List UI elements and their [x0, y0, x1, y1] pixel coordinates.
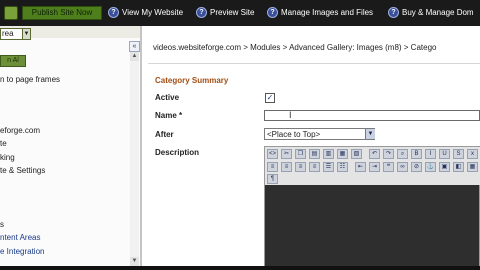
bottom-bar: [0, 266, 480, 270]
style-icon[interactable]: ¶: [267, 174, 278, 184]
publish-site-button[interactable]: Publish Site Now: [22, 6, 102, 20]
sidebar-item[interactable]: s: [0, 219, 4, 230]
sidebar-scrollbar[interactable]: ▲ ▼: [130, 52, 139, 266]
collapse-icon[interactable]: «: [129, 41, 140, 52]
sidebar: rea ▼ « n Al n to page frames eforge.com…: [0, 26, 142, 270]
numbered-list-icon[interactable]: ☰: [323, 162, 334, 172]
scroll-down-icon[interactable]: ▼: [130, 257, 139, 266]
indent-icon[interactable]: ⇥: [369, 162, 380, 172]
chevron-down-icon[interactable]: ▼: [22, 28, 31, 40]
name-input[interactable]: [264, 110, 480, 121]
sidebar-item[interactable]: eforge.com: [0, 125, 40, 136]
align-left-icon[interactable]: ≡: [267, 162, 278, 172]
bullet-list-icon[interactable]: ☷: [337, 162, 348, 172]
view-website-link[interactable]: ? View My Website: [108, 7, 183, 19]
paste-text-icon[interactable]: ▥: [323, 149, 334, 159]
subscript-icon[interactable]: x: [467, 149, 478, 159]
align-center-icon[interactable]: ≡: [281, 162, 292, 172]
manage-images-link[interactable]: ? Manage Images and Files: [267, 7, 373, 19]
section-title: Category Summary: [155, 76, 229, 85]
justify-icon[interactable]: ≡: [309, 162, 320, 172]
bold-icon[interactable]: B: [411, 149, 422, 159]
name-label: Name *: [155, 111, 183, 120]
help-icon: ?: [108, 7, 119, 19]
active-label: Active: [155, 93, 180, 102]
anchor-icon[interactable]: ⚓: [425, 162, 436, 172]
preview-site-label: Preview Site: [210, 8, 255, 17]
help-icon: ?: [388, 7, 399, 19]
link-icon[interactable]: ∞: [397, 162, 408, 172]
sidebar-item[interactable]: te & Settings: [0, 165, 45, 176]
image-icon[interactable]: ▣: [439, 162, 450, 172]
breadcrumb[interactable]: videos.websiteforge.com > Modules > Adva…: [153, 43, 436, 52]
active-checkbox[interactable]: ✓: [265, 93, 275, 103]
description-editor[interactable]: <> ✂ ❐ ▤ ▥ ▦ ▧ ↶ ↷ ⌕ B I U S x ≡ ≡ ≡ ≡ ☰…: [264, 146, 480, 270]
divider: [148, 63, 480, 64]
undo-icon[interactable]: ↶: [369, 149, 380, 159]
after-label: After: [155, 130, 174, 139]
italic-icon[interactable]: I: [425, 149, 436, 159]
text-cursor-icon: I: [289, 110, 292, 120]
blockquote-icon[interactable]: ❝: [383, 162, 394, 172]
view-website-label: View My Website: [122, 8, 184, 17]
source-icon[interactable]: <>: [267, 149, 278, 159]
outdent-icon[interactable]: ⇤: [355, 162, 366, 172]
after-select[interactable]: <Place to Top>: [264, 128, 375, 140]
paste-icon[interactable]: ▤: [309, 149, 320, 159]
description-label: Description: [155, 148, 200, 157]
buy-manage-domains-link[interactable]: ? Buy & Manage Dom: [388, 7, 474, 19]
sidebar-item[interactable]: n to page frames: [0, 74, 60, 85]
top-toolbar: Publish Site Now ? View My Website ? Previ…: [0, 0, 480, 27]
paste-word-icon[interactable]: ▦: [337, 149, 348, 159]
sidebar-item[interactable]: ntent Areas: [0, 232, 40, 243]
editor-toolbar: <> ✂ ❐ ▤ ▥ ▦ ▧ ↶ ↷ ⌕ B I U S x ≡ ≡ ≡ ≡ ☰…: [265, 147, 480, 185]
preview-site-link[interactable]: ? Preview Site: [196, 7, 254, 19]
manage-images-label: Manage Images and Files: [281, 8, 374, 17]
flash-icon[interactable]: ◧: [453, 162, 464, 172]
editor-body[interactable]: [265, 185, 479, 269]
help-icon: ?: [196, 7, 207, 19]
print-icon[interactable]: ▧: [351, 149, 362, 159]
copy-icon[interactable]: ❐: [295, 149, 306, 159]
underline-icon[interactable]: U: [439, 149, 450, 159]
chevron-down-icon[interactable]: ▼: [365, 129, 375, 139]
help-icon: ?: [267, 7, 278, 19]
table-icon[interactable]: ▦: [467, 162, 478, 172]
align-right-icon[interactable]: ≡: [295, 162, 306, 172]
site-icon[interactable]: [4, 6, 18, 20]
redo-icon[interactable]: ↷: [383, 149, 394, 159]
sidebar-item[interactable]: te: [0, 138, 7, 149]
find-icon[interactable]: ⌕: [397, 149, 408, 159]
buy-manage-label: Buy & Manage Dom: [402, 8, 474, 17]
strike-icon[interactable]: S: [453, 149, 464, 159]
scroll-up-icon[interactable]: ▲: [130, 52, 139, 61]
sidebar-item[interactable]: king: [0, 152, 15, 163]
cut-icon[interactable]: ✂: [281, 149, 292, 159]
unlink-icon[interactable]: ⊘: [411, 162, 422, 172]
sidebar-item[interactable]: e Integration: [0, 246, 44, 257]
sidebar-go-button[interactable]: n Al: [0, 55, 26, 67]
main-content: videos.websiteforge.com > Modules > Adva…: [142, 26, 480, 270]
